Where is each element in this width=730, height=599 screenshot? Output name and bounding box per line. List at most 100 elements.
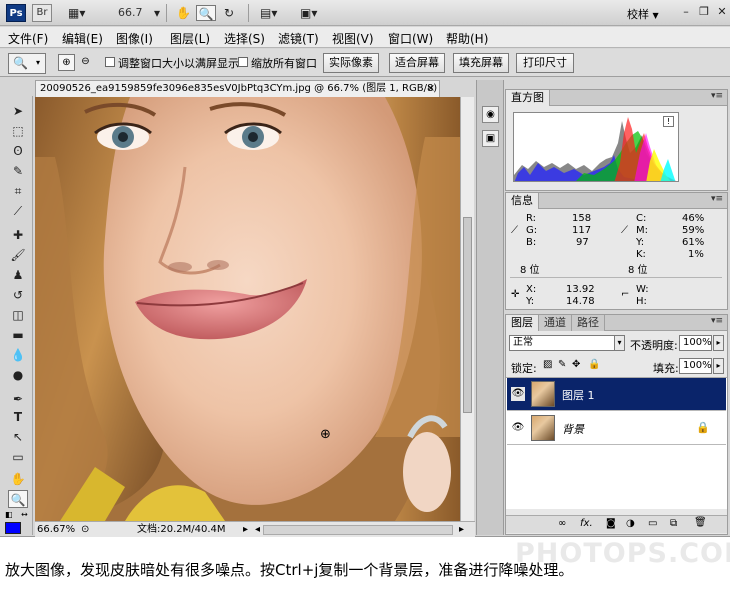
image-canvas[interactable]: ⊕ <box>35 97 460 521</box>
fill-field[interactable]: 100% <box>679 358 712 374</box>
eyedropper-icon: ⟋ <box>621 225 628 236</box>
zoom-tool-icon[interactable]: 🔍 <box>196 5 216 21</box>
menu-file[interactable]: 文件(F) <box>8 30 48 47</box>
layer-name[interactable]: 图层 1 <box>562 387 595 403</box>
actual-pixels-button[interactable]: 实际像素 <box>323 53 379 73</box>
opacity-field[interactable]: 100% <box>679 335 712 351</box>
zoom-all-windows-checkbox[interactable] <box>238 57 248 67</box>
healing-brush-tool-icon[interactable]: ✚ <box>8 226 28 244</box>
eraser-tool-icon[interactable]: ◫ <box>8 306 28 324</box>
quick-selection-tool-icon[interactable]: ✎ <box>8 162 28 180</box>
lock-position-icon[interactable]: ✥ <box>572 359 580 370</box>
clone-stamp-tool-icon[interactable]: ♟ <box>8 266 28 284</box>
rotate-view-icon[interactable]: ↻ <box>224 5 234 21</box>
lock-transparency-icon[interactable]: ▨ <box>543 359 552 370</box>
visibility-eye-icon[interactable]: 👁 <box>511 421 525 435</box>
eyedropper-tool-icon[interactable]: ⟋ <box>8 202 28 220</box>
menu-image[interactable]: 图像(I) <box>116 30 153 47</box>
crop-tool-icon[interactable]: ⌗ <box>8 182 28 200</box>
layer-row-layer-1[interactable]: 👁 图层 1 <box>507 378 726 411</box>
minimize-icon[interactable]: – <box>676 3 696 21</box>
layer-style-icon[interactable]: fx. <box>580 518 593 529</box>
tab-histogram[interactable]: 直方图 <box>506 90 550 106</box>
opacity-slider-icon[interactable]: ▸ <box>713 335 724 351</box>
layer-row-background[interactable]: 👁 背景 🔒 <box>507 412 726 445</box>
brush-tool-icon[interactable]: 🖌 <box>8 246 28 264</box>
arrange-documents-icon[interactable]: ▤▾ <box>260 5 277 21</box>
histogram-warning-icon[interactable]: ! <box>663 116 674 127</box>
hand-tool-icon[interactable]: ✋ <box>8 470 28 488</box>
visibility-eye-icon[interactable]: 👁 <box>511 387 525 401</box>
panel-menu-icon[interactable]: ▾≡ <box>711 316 723 326</box>
tab-layers[interactable]: 图层 <box>506 315 539 331</box>
close-icon[interactable]: ✕ <box>712 3 730 21</box>
tab-info[interactable]: 信息 <box>506 193 539 209</box>
adjustment-layer-icon[interactable]: ◑ <box>626 518 635 529</box>
actions-panel-icon[interactable]: ▣ <box>482 130 499 147</box>
horizontal-scrollbar[interactable] <box>263 525 453 535</box>
fill-slider-icon[interactable]: ▸ <box>713 358 724 374</box>
bridge-button[interactable]: Br <box>32 4 52 22</box>
dodge-tool-icon[interactable]: ● <box>8 366 28 384</box>
link-layers-icon[interactable]: ∞ <box>558 518 566 529</box>
foreground-color-swatch[interactable] <box>5 522 21 534</box>
status-menu-icon[interactable]: ⊙ <box>81 522 89 537</box>
marquee-tool-icon[interactable]: ⬚ <box>8 122 28 140</box>
horizontal-scroll-right-icon[interactable]: ▸ <box>459 522 464 537</box>
vertical-scrollbar[interactable] <box>460 97 474 521</box>
history-brush-tool-icon[interactable]: ↺ <box>8 286 28 304</box>
tab-paths[interactable]: 路径 <box>572 315 605 331</box>
menu-select[interactable]: 选择(S) <box>224 30 265 47</box>
fill-screen-button[interactable]: 填充屏幕 <box>453 53 509 73</box>
status-arrow-icon[interactable]: ▸ <box>243 522 248 537</box>
blur-tool-icon[interactable]: 💧 <box>8 346 28 364</box>
layer-name[interactable]: 背景 <box>562 421 584 437</box>
swap-colors-icon[interactable]: ↔ <box>21 510 28 519</box>
document-tab[interactable]: 20090526_ea9159859fe3096e835esV0JbPtq3CY… <box>35 80 440 97</box>
zoom-tool-icon[interactable]: 🔍 <box>8 490 28 508</box>
shape-tool-icon[interactable]: ▭ <box>8 448 28 466</box>
tab-channels[interactable]: 通道 <box>539 315 572 331</box>
pen-tool-icon[interactable]: ✒ <box>8 390 28 408</box>
menu-window[interactable]: 窗口(W) <box>388 30 433 47</box>
layer-mask-icon[interactable]: ◙ <box>606 518 616 529</box>
lasso-tool-icon[interactable]: ʘ <box>8 142 28 160</box>
workspace-switcher[interactable]: 校样 ▼ <box>627 6 659 22</box>
zoom-level-field[interactable]: 66.7 <box>118 6 143 19</box>
scroll-thumb[interactable] <box>463 217 472 413</box>
history-panel-icon[interactable]: ◉ <box>482 106 499 123</box>
zoom-dropdown-icon[interactable]: ▾ <box>154 5 160 21</box>
menu-filter[interactable]: 滤镜(T) <box>278 30 319 47</box>
type-tool-icon[interactable]: T <box>8 408 28 426</box>
new-group-icon[interactable]: ▭ <box>648 518 657 529</box>
new-layer-icon[interactable]: ⧉ <box>670 518 677 529</box>
film-strip-icon[interactable]: ▦▾ <box>68 5 85 21</box>
zoom-in-icon[interactable]: ⊕ <box>58 54 75 71</box>
delete-layer-icon[interactable]: 🗑 <box>694 517 707 528</box>
menu-view[interactable]: 视图(V) <box>332 30 374 47</box>
lock-pixels-icon[interactable]: ✎ <box>558 359 566 370</box>
restore-icon[interactable]: ❐ <box>694 3 714 21</box>
resize-windows-checkbox[interactable] <box>105 57 115 67</box>
move-tool-icon[interactable]: ➤ <box>8 102 28 120</box>
fit-screen-button[interactable]: 适合屏幕 <box>389 53 445 73</box>
menu-layer[interactable]: 图层(L) <box>170 30 210 47</box>
screen-mode-icon[interactable]: ▣▾ <box>300 5 317 21</box>
panel-menu-icon[interactable]: ▾≡ <box>711 194 723 204</box>
menu-help[interactable]: 帮助(H) <box>446 30 488 47</box>
default-colors-icon[interactable]: ◧ <box>5 510 13 519</box>
horizontal-scroll-left-icon[interactable]: ◂ <box>255 522 260 537</box>
chevron-down-icon[interactable]: ▾ <box>614 335 625 351</box>
blend-mode-select[interactable]: 正常 <box>509 335 625 351</box>
zoom-percent-field[interactable]: 66.67% <box>37 522 75 537</box>
tool-preset-picker[interactable]: 🔍 ▾ <box>8 53 46 74</box>
panel-menu-icon[interactable]: ▾≡ <box>711 91 723 101</box>
gradient-tool-icon[interactable]: ▬ <box>8 326 28 344</box>
hand-tool-icon[interactable]: ✋ <box>176 5 191 21</box>
zoom-out-icon[interactable]: ⊖ <box>77 54 94 71</box>
print-size-button[interactable]: 打印尺寸 <box>516 53 574 73</box>
path-selection-tool-icon[interactable]: ↖ <box>8 428 28 446</box>
close-document-icon[interactable]: × <box>427 81 435 97</box>
lock-all-icon[interactable]: 🔒 <box>588 359 600 370</box>
menu-edit[interactable]: 编辑(E) <box>62 30 103 47</box>
